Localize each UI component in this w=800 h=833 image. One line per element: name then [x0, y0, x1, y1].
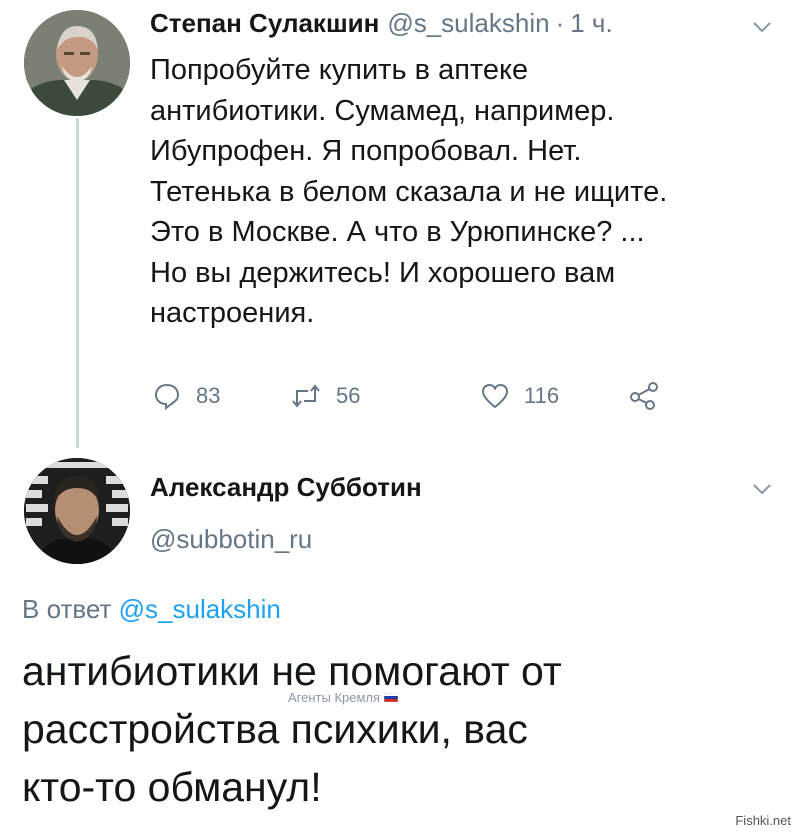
retweet-button[interactable]: 56: [290, 376, 360, 416]
like-button[interactable]: 116: [480, 376, 559, 416]
reply-count: 83: [196, 383, 221, 408]
author-photo: [24, 10, 130, 116]
tweet-text-line: Это в Москве. А что в Урюпинске? ...: [150, 216, 645, 248]
reply-prefix: В ответ: [22, 594, 112, 624]
author-handle[interactable]: @s_sulakshin: [387, 8, 549, 39]
replying-to: В ответ @s_sulakshin: [22, 594, 281, 625]
tweet-text-line: Попробуйте купить в аптеке: [150, 54, 529, 86]
retweet-icon: [292, 384, 320, 408]
reply-to-handle-link[interactable]: @s_sulakshin: [119, 594, 281, 624]
author-name[interactable]: Александр Субботин: [150, 472, 422, 503]
tweet-text-line: кто-то обманул!: [22, 764, 322, 810]
overlay-label-text: Агенты Кремля: [288, 690, 381, 705]
tweet-text-line: Тетенька в белом сказала и не ищите.: [150, 175, 668, 208]
author-avatar[interactable]: [24, 10, 130, 116]
tweet-timestamp[interactable]: 1 ч.: [570, 8, 612, 39]
tweet-text-line: Но вы держитесь! И хорошего вам: [150, 256, 616, 289]
author-handle[interactable]: @subbotin_ru: [150, 524, 312, 555]
chevron-down-icon[interactable]: [752, 20, 772, 34]
tweet-header: Степан Сулакшин @s_sulakshin · 1 ч.: [150, 8, 613, 44]
like-count: 116: [524, 383, 560, 408]
author-photo: [24, 458, 130, 564]
share-icon: [630, 382, 658, 410]
chevron-down-icon[interactable]: [752, 482, 772, 496]
tweet-text-line: расстройства психики, вас: [22, 706, 528, 752]
reply-button[interactable]: 83: [152, 376, 220, 416]
header-separator: ·: [555, 8, 565, 38]
tweet-text-line: антибиотики. Сумамед, например.: [150, 94, 615, 127]
author-name[interactable]: Степан Сулакшин: [150, 8, 379, 39]
reply-icon: [154, 383, 180, 410]
tweet-text-line: антибиотики не помогают от: [22, 648, 562, 694]
original-tweet[interactable]: Степан Сулакшин @s_sulakshin · 1 ч. Попр…: [0, 0, 800, 450]
tweet-text: антибиотики не помогают от расстройства …: [22, 642, 782, 816]
tweet-actions: 83 56 116: [150, 376, 710, 416]
tweet-text-line: настроения.: [150, 297, 315, 329]
russian-flag-icon: [384, 693, 399, 702]
watermark: Fishki.net: [732, 812, 794, 829]
share-button[interactable]: [628, 376, 660, 416]
retweet-count: 56: [336, 383, 361, 408]
overlay-label: Агенты Кремля: [288, 690, 399, 705]
thread-connector-line: [76, 118, 79, 448]
tweet-text-line: Ибупрофен. Я попробовал. Нет.: [150, 135, 582, 167]
tweet-text: Попробуйте купить в аптеке антибиотики. …: [150, 50, 770, 334]
like-icon: [481, 383, 509, 409]
reply-tweet[interactable]: Александр Субботин @subbotin_ru В ответ …: [0, 450, 800, 833]
author-avatar[interactable]: [24, 458, 130, 564]
